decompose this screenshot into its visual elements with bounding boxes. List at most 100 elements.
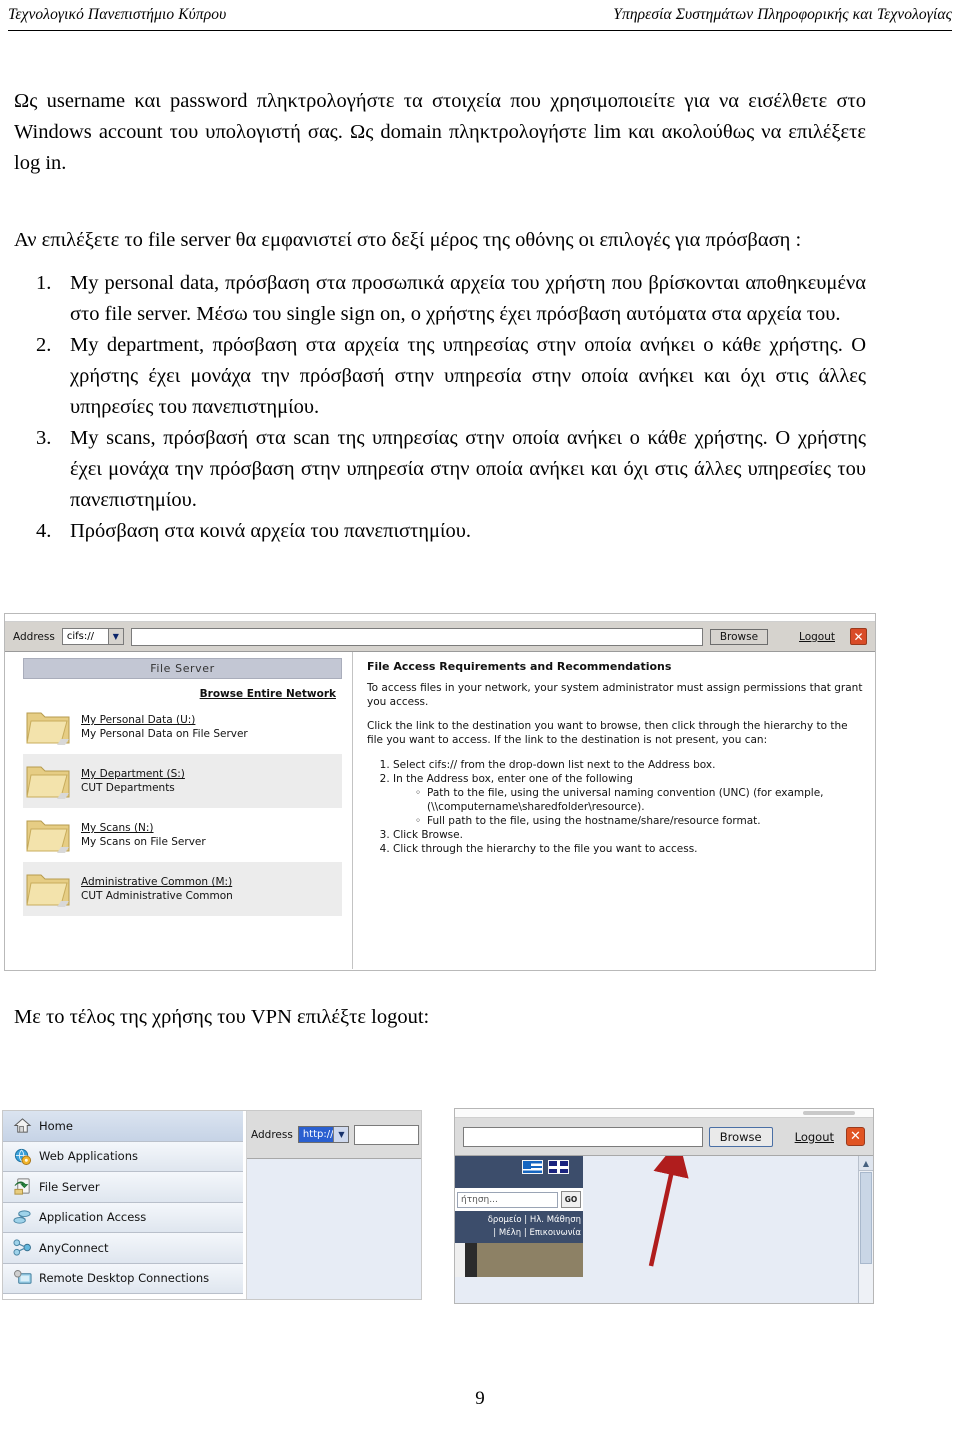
requirements-steps: Select cifs:// from the drop-down list n… — [367, 758, 863, 856]
folder-link[interactable]: My Scans (N:) — [81, 821, 206, 835]
portlet-nav-links: δρομείο | Ηλ. Μάθηση | Μέλη | Επικοινωνί… — [455, 1211, 583, 1243]
sidebar-item-label: Home — [39, 1118, 73, 1133]
list-item-text: My personal data, πρόσβαση στα προσωπικά… — [70, 272, 866, 325]
sidebar-item-anyconnect[interactable]: AnyConnect — [3, 1233, 243, 1264]
window-nub — [803, 1111, 855, 1115]
greek-flag-icon[interactable] — [522, 1160, 543, 1174]
folder-text: My Department (S:) CUT Departments — [81, 767, 185, 795]
folder-link[interactable]: My Department (S:) — [81, 767, 185, 781]
address-input[interactable] — [130, 627, 703, 646]
folder-icon — [26, 820, 70, 853]
sidebar-item-label: AnyConnect — [39, 1240, 109, 1255]
list-item-text: Πρόσβαση στα κοινά αρχεία του πανεπιστημ… — [70, 520, 472, 542]
close-icon[interactable]: ✕ — [850, 628, 867, 645]
address-label: Address — [251, 1128, 293, 1141]
folder-description: My Personal Data on File Server — [81, 728, 248, 740]
folder-link[interactable]: Administrative Common (M:) — [81, 875, 233, 889]
list-item-number: 2. — [36, 334, 52, 356]
remote-desktop-icon — [14, 1269, 32, 1284]
page-number: 9 — [475, 1388, 485, 1409]
requirements-paragraph-2: Click the link to the destination you wa… — [367, 720, 848, 746]
folder-icon — [26, 874, 70, 907]
requirements-substep: Path to the file, using the universal na… — [415, 786, 863, 814]
paragraph-file-server-intro: Αν επιλέξετε το file server θα εμφανιστε… — [14, 229, 802, 251]
file-server-left-panel: File Server Browse Entire Network My Per… — [5, 652, 353, 969]
requirements-step: Click through the hierarchy to the file … — [393, 842, 863, 856]
vpn-logout-window-fragment: Browse Logout ✕ ήτηση... GO δρομείο | Ηλ… — [454, 1108, 874, 1304]
address-toolbar-3: Browse Logout ✕ — [455, 1118, 873, 1156]
sidebar-item-home[interactable]: Home — [3, 1111, 243, 1142]
folder-text: My Scans (N:) My Scans on File Server — [81, 821, 206, 849]
requirements-substep: Full path to the file, using the hostnam… — [415, 814, 863, 828]
access-options-list: 1. My personal data, πρόσβαση στα προσωπ… — [14, 268, 866, 547]
window-title-strip — [455, 1109, 873, 1118]
protocol-dropdown[interactable]: cifs:// ▼ — [61, 628, 124, 645]
logout-link[interactable]: Logout — [799, 631, 835, 643]
university-portlet: ήτηση... GO δρομείο | Ηλ. Μάθηση | Μέλη … — [455, 1156, 583, 1277]
browse-button[interactable]: Browse — [708, 1126, 773, 1147]
address-input[interactable] — [463, 1126, 703, 1147]
logout-link[interactable]: Logout — [795, 1130, 834, 1144]
search-go-button[interactable]: GO — [561, 1191, 581, 1208]
scroll-up-icon[interactable]: ▲ — [859, 1156, 873, 1171]
document-body: Ως username και password πληκτρολογήστε … — [14, 86, 866, 547]
portlet-search-row: ήτηση... GO — [455, 1188, 583, 1211]
folder-text: Administrative Common (M:) CUT Administr… — [81, 875, 233, 903]
paragraph-logout-instruction: Με το τέλος της χρήσης του VPN επιλέξτε … — [14, 1006, 430, 1028]
folder-row[interactable]: My Department (S:) CUT Departments — [23, 754, 342, 808]
scrollbar-thumb[interactable] — [860, 1172, 872, 1264]
browse-entire-network-link[interactable]: Browse Entire Network — [23, 688, 336, 700]
sidebar-item-application-access[interactable]: Application Access — [3, 1202, 243, 1233]
requirements-step: Click Browse. — [393, 828, 863, 842]
sidebar-item-file-server[interactable]: File Server — [3, 1172, 243, 1203]
portlet-banner — [455, 1156, 583, 1188]
list-item-number: 3. — [36, 427, 52, 449]
list-item: 4. Πρόσβαση στα κοινά αρχεία του πανεπισ… — [14, 516, 866, 547]
chevron-down-icon: ▼ — [333, 1127, 349, 1142]
globe-gear-icon — [14, 1148, 32, 1165]
home-icon — [13, 1118, 32, 1133]
portlet-nav-line-2[interactable]: | Μέλη | Επικοινωνία — [457, 1227, 581, 1240]
address-toolbar-2: Address http:// ▼ — [247, 1111, 421, 1159]
browse-button[interactable]: Browse — [709, 628, 769, 645]
folder-description: My Scans on File Server — [81, 836, 206, 848]
sidebar-item-remote-desktop-connections[interactable]: Remote Desktop Connections — [3, 1263, 243, 1294]
address-toolbar: Address cifs:// ▼ Browse Logout ✕ — [5, 622, 875, 652]
requirements-paragraph-1: To access files in your network, your sy… — [367, 682, 863, 708]
folder-text: My Personal Data (U:) My Personal Data o… — [81, 713, 248, 741]
paragraph-login-instructions: Ως username και password πληκτρολογήστε … — [14, 90, 866, 174]
list-item: 2. My department, πρόσβαση στα αρχεία τη… — [14, 330, 866, 423]
requirements-substeps: Path to the file, using the universal na… — [393, 786, 863, 828]
requirements-step: Select cifs:// from the drop-down list n… — [393, 758, 863, 772]
folder-icon — [26, 712, 70, 745]
file-server-screenshot: Address cifs:// ▼ Browse Logout ✕ File S… — [4, 613, 876, 971]
folder-row[interactable]: My Personal Data (U:) My Personal Data o… — [23, 700, 342, 754]
list-item: 1. My personal data, πρόσβαση στα προσωπ… — [14, 268, 866, 330]
folder-row[interactable]: My Scans (N:) My Scans on File Server — [23, 808, 342, 862]
search-input[interactable]: ήτηση... — [457, 1191, 558, 1208]
list-item-text: My department, πρόσβαση στα αρχεία της υ… — [70, 334, 866, 418]
folder-row[interactable]: Administrative Common (M:) CUT Administr… — [23, 862, 342, 916]
address-label: Address — [13, 630, 55, 643]
protocol-value: http:// — [302, 1129, 334, 1140]
uk-flag-icon[interactable] — [548, 1160, 569, 1174]
portlet-nav-line-1[interactable]: δρομείο | Ηλ. Μάθηση — [457, 1214, 581, 1227]
sidebar-item-label: Application Access — [39, 1210, 147, 1225]
list-item-number: 1. — [36, 272, 52, 294]
folder-description: CUT Administrative Common — [81, 890, 233, 902]
protocol-value: cifs:// — [66, 631, 94, 642]
close-icon[interactable]: ✕ — [846, 1127, 865, 1146]
application-access-icon — [13, 1210, 31, 1224]
portal-address-panel: Address http:// ▼ — [246, 1111, 421, 1299]
requirements-step: In the Address box, enter one of the fol… — [393, 772, 863, 828]
vertical-scrollbar[interactable]: ▲ — [858, 1156, 873, 1303]
sidebar-item-web-applications[interactable]: Web Applications — [3, 1141, 243, 1172]
anyconnect-icon — [13, 1239, 31, 1256]
protocol-dropdown[interactable]: http:// ▼ — [297, 1126, 350, 1143]
running-header: Τεχνολογικό Πανεπιστήμιο Κύπρου Υπηρεσία… — [8, 6, 952, 32]
portal-nav-list: Home Web Applications File Server Applic… — [3, 1111, 243, 1294]
chevron-down-icon: ▼ — [107, 629, 123, 644]
address-input[interactable] — [354, 1124, 419, 1145]
folder-link[interactable]: My Personal Data (U:) — [81, 713, 248, 727]
portal-page-area — [247, 1159, 421, 1299]
